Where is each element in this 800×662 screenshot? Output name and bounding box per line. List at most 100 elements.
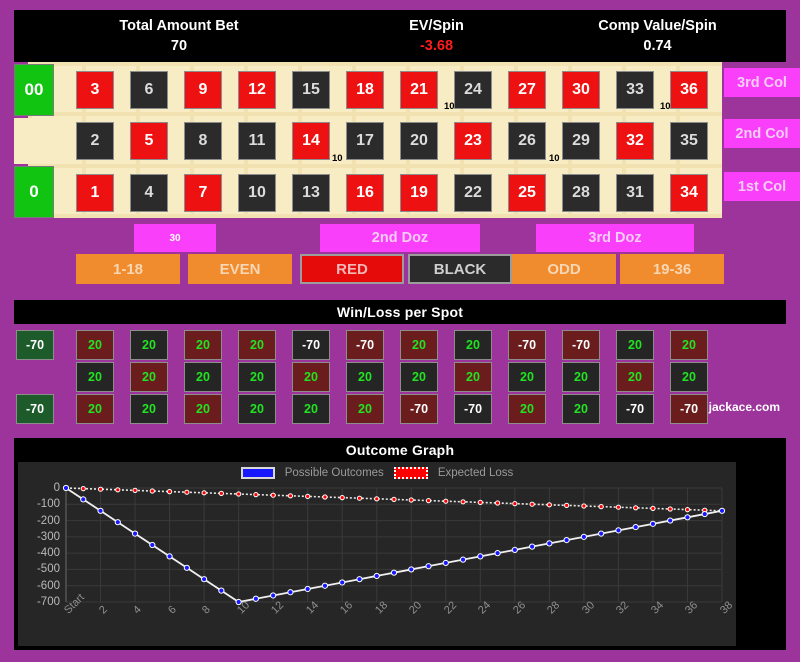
- win-loss-cell: -70: [616, 394, 654, 424]
- graph-legend: Possible Outcomes Expected Loss: [18, 464, 736, 482]
- bet-spot-1st-doz[interactable]: 30: [134, 224, 216, 252]
- roulette-table: 00 0 3 6 9 12 15 18 21 24 27 30 33 36 2 5 8 11 14 17 20 23 2…: [14, 62, 800, 222]
- legend-swatch-expected-loss: [393, 467, 428, 479]
- bet-spot-label: 28: [572, 184, 590, 201]
- bet-spot-1-18[interactable]: 1-18: [76, 254, 180, 284]
- bet-spot-label: 15: [302, 81, 320, 98]
- bet-spot-3[interactable]: 3: [76, 71, 114, 109]
- bet-spot-0[interactable]: 0: [14, 166, 54, 218]
- bet-spot-13[interactable]: 13: [292, 174, 330, 212]
- win-loss-value: -70: [463, 402, 483, 416]
- win-loss-cell: 20: [184, 394, 222, 424]
- win-loss-value: 20: [88, 370, 102, 384]
- chip-split-bet[interactable]: 10: [660, 101, 671, 112]
- summary-value: 70: [170, 37, 188, 54]
- bet-spot-2nd-doz[interactable]: 2nd Doz: [320, 224, 480, 252]
- summary-ev-per-spin: EV/Spin -3.68: [344, 10, 529, 62]
- win-loss-value: 20: [682, 338, 696, 352]
- bet-spot-25[interactable]: 25: [508, 174, 546, 212]
- bet-spot-label: 12: [248, 81, 266, 98]
- win-loss-value: -70: [625, 402, 645, 416]
- bet-spot-33[interactable]: 33: [616, 71, 654, 109]
- bet-spot-8[interactable]: 8: [184, 122, 222, 160]
- win-loss-value: 20: [520, 370, 534, 384]
- win-loss-value: 20: [142, 402, 156, 416]
- bet-spot-14[interactable]: 14: [292, 122, 330, 160]
- bet-spot-11[interactable]: 11: [238, 122, 276, 160]
- bet-spot-4[interactable]: 4: [130, 174, 168, 212]
- bet-spot-red[interactable]: RED: [300, 254, 404, 284]
- bet-spot-6[interactable]: 6: [130, 71, 168, 109]
- bet-spot-30[interactable]: 30: [562, 71, 600, 109]
- bet-spot-19-36[interactable]: 19-36: [620, 254, 724, 284]
- chip-split-bet[interactable]: 10: [444, 101, 455, 112]
- bet-spot-20[interactable]: 20: [400, 122, 438, 160]
- bet-spot-31[interactable]: 31: [616, 174, 654, 212]
- bet-spot-36[interactable]: 36: [670, 71, 708, 109]
- bet-spot-23[interactable]: 23: [454, 122, 492, 160]
- bet-spot-label: 1: [90, 184, 100, 201]
- bet-spot-34[interactable]: 34: [670, 174, 708, 212]
- bet-spot-label: 14: [302, 132, 320, 149]
- win-loss-value: 20: [412, 370, 426, 384]
- bet-spot-9[interactable]: 9: [184, 71, 222, 109]
- bet-spot-22[interactable]: 22: [454, 174, 492, 212]
- bet-spot-15[interactable]: 15: [292, 71, 330, 109]
- bet-spot-label: 23: [464, 132, 482, 149]
- bet-spot-19[interactable]: 19: [400, 174, 438, 212]
- summary-label: Comp Value/Spin: [598, 17, 717, 34]
- bet-spot-label: 2: [90, 132, 100, 149]
- bet-spot-label: 33: [626, 81, 644, 98]
- bet-spot-label: 18: [356, 81, 374, 98]
- bet-spot-32[interactable]: 32: [616, 122, 654, 160]
- bet-spot-35[interactable]: 35: [670, 122, 708, 160]
- win-loss-cell: -70: [562, 330, 600, 360]
- outside-bet-label: ODD: [547, 260, 581, 278]
- bet-spot-3rd-col[interactable]: 3rd Col: [724, 68, 800, 97]
- bet-spot-label: 9: [198, 81, 208, 98]
- chip-split-bet[interactable]: 10: [332, 153, 343, 164]
- bet-spot-label: 0: [29, 182, 39, 201]
- win-loss-cell: 20: [508, 362, 546, 392]
- bet-spot-17[interactable]: 17: [346, 122, 384, 160]
- win-loss-title: Win/Loss per Spot: [14, 300, 786, 324]
- chip-split-bet[interactable]: 10: [549, 153, 560, 164]
- bet-spot-28[interactable]: 28: [562, 174, 600, 212]
- bet-spot-10[interactable]: 10: [238, 174, 276, 212]
- win-loss-cell: 20: [616, 362, 654, 392]
- bet-spot-label: 29: [572, 132, 590, 149]
- bet-spot-label: 27: [518, 81, 536, 98]
- bet-spot-24[interactable]: 24: [454, 71, 492, 109]
- graph-y-tick-label: -200: [36, 514, 60, 527]
- win-loss-cell: 20: [616, 330, 654, 360]
- win-loss-cell: 20: [562, 394, 600, 424]
- bet-spot-label: 36: [680, 81, 698, 98]
- bet-spot-2nd-col[interactable]: 2nd Col: [724, 119, 800, 148]
- bet-spot-29[interactable]: 29: [562, 122, 600, 160]
- bet-spot-12[interactable]: 12: [238, 71, 276, 109]
- graph-y-tick-label: -400: [36, 547, 60, 560]
- bet-spot-26[interactable]: 26: [508, 122, 546, 160]
- bet-spot-27[interactable]: 27: [508, 71, 546, 109]
- bet-spot-7[interactable]: 7: [184, 174, 222, 212]
- bet-spot-1st-col[interactable]: 1st Col: [724, 172, 800, 201]
- bet-spot-label: 6: [144, 81, 154, 98]
- win-loss-cell: 20: [76, 394, 114, 424]
- bet-spot-2[interactable]: 2: [76, 122, 114, 160]
- bet-spot-black[interactable]: BLACK: [408, 254, 512, 284]
- win-loss-value: 20: [682, 370, 696, 384]
- column-bet-label: 2nd Col: [735, 125, 789, 142]
- bet-spot-1[interactable]: 1: [76, 174, 114, 212]
- win-loss-cell: 20: [292, 362, 330, 392]
- bet-spot-5[interactable]: 5: [130, 122, 168, 160]
- bet-spot-odd[interactable]: ODD: [512, 254, 616, 284]
- win-loss-value: 20: [466, 370, 480, 384]
- bet-spot-even[interactable]: EVEN: [188, 254, 292, 284]
- bet-spot-3rd-doz[interactable]: 3rd Doz: [536, 224, 694, 252]
- bet-spot-18[interactable]: 18: [346, 71, 384, 109]
- bet-spot-21[interactable]: 21: [400, 71, 438, 109]
- outside-bet-label: EVEN: [219, 260, 261, 278]
- bet-spot-16[interactable]: 16: [346, 174, 384, 212]
- win-loss-cell: 20: [454, 362, 492, 392]
- bet-spot-00[interactable]: 00: [14, 64, 54, 116]
